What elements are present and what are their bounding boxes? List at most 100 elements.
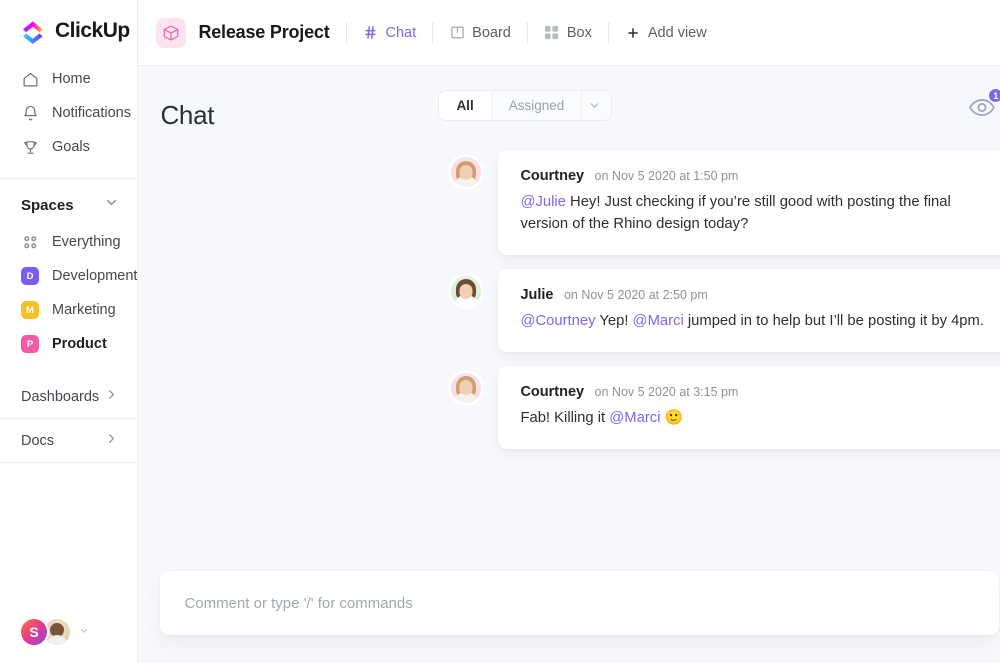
message-author: Courtney	[520, 168, 585, 184]
message-text: Yep!	[595, 312, 633, 329]
sidebar: ClickUp Home Notifications Goals Spaces …	[0, 0, 139, 663]
tab-box[interactable]: Box	[544, 25, 592, 41]
sidebar-item-label-everything: Everything	[52, 234, 121, 250]
avatar-face	[459, 164, 473, 180]
message-header: Julie on Nov 5 2020 at 2:50 pm	[520, 286, 1000, 304]
space-badge-development: D	[21, 267, 39, 285]
content-header: Chat All Assigned 1	[138, 66, 1000, 138]
topbar-divider-4	[607, 21, 609, 44]
mention-marci[interactable]: @Marci	[633, 313, 684, 329]
bell-icon	[21, 104, 39, 122]
brand-name: ClickUp	[55, 19, 130, 42]
message-author: Julie	[520, 286, 554, 303]
comment-input[interactable]: Comment or type '/' for commands	[160, 571, 1000, 635]
spaces-section-header[interactable]: Spaces	[0, 179, 137, 225]
page-title: Chat	[160, 99, 215, 130]
message-bubble: Courtney on Nov 5 2020 at 1:50 pm @Julie…	[498, 150, 1000, 255]
message-body: Fab! Killing it @Marci 🙂	[520, 408, 1000, 430]
message-header: Courtney on Nov 5 2020 at 3:15 pm	[520, 383, 1000, 401]
space-badge-product: P	[21, 335, 39, 353]
sidebar-item-label-notifications: Notifications	[52, 105, 131, 121]
chevron-down-icon[interactable]	[104, 195, 119, 215]
board-icon	[449, 25, 465, 41]
sidebar-item-marketing[interactable]: M Marketing	[0, 293, 137, 327]
topbar: Release Project Chat Board Box Add view	[138, 0, 1000, 66]
message-item: Courtney on Nov 5 2020 at 3:15 pm Fab! K…	[138, 365, 1000, 463]
sidebar-item-product[interactable]: P Product	[0, 327, 137, 361]
primary-nav: Home Notifications Goals	[0, 60, 137, 174]
grid-dots-icon	[21, 233, 39, 251]
topbar-divider-3	[526, 21, 528, 44]
sidebar-footer: S	[0, 601, 137, 663]
message-text: Fab! Killing it	[520, 409, 610, 426]
app-root: ClickUp Home Notifications Goals Spaces …	[0, 0, 1000, 663]
message-emoji: 🙂	[660, 409, 684, 426]
filter-option-assigned[interactable]: Assigned	[490, 91, 582, 120]
message-body: @Courtney Yep! @Marci jumped in to help …	[520, 311, 1000, 333]
sidebar-item-goals[interactable]: Goals	[0, 130, 137, 164]
mention-marci[interactable]: @Marci	[609, 410, 660, 426]
chevron-right-icon-dashboards[interactable]	[104, 387, 119, 406]
watchers-button[interactable]: 1	[967, 88, 1000, 122]
sidebar-item-everything[interactable]: Everything	[0, 225, 137, 259]
mention-julie[interactable]: @Julie	[520, 194, 565, 210]
sidebar-item-development[interactable]: D Development	[0, 259, 137, 293]
message-bubble: Courtney on Nov 5 2020 at 3:15 pm Fab! K…	[498, 365, 1000, 449]
avatar-current-user[interactable]: S	[19, 617, 49, 647]
space-badge-marketing: M	[21, 301, 39, 319]
message-text: jumped in to help but I’ll be posting it…	[683, 312, 984, 329]
message-body: @Julie Hey! Just checking if you’re stil…	[520, 192, 1000, 236]
tab-board[interactable]: Board	[449, 25, 511, 41]
avatar-julie[interactable]	[451, 275, 482, 306]
eye-icon	[967, 99, 997, 122]
chevron-right-icon-docs[interactable]	[104, 431, 119, 450]
sidebar-item-docs[interactable]: Docs	[0, 419, 138, 463]
home-icon	[21, 70, 39, 88]
sidebar-item-label-dashboards: Dashboards	[21, 388, 100, 405]
sidebar-item-label-product: Product	[52, 336, 107, 352]
sidebar-item-label-goals: Goals	[52, 139, 90, 155]
clickup-logo-icon	[20, 18, 46, 44]
sidebar-item-label-development: Development	[52, 268, 138, 284]
comment-input-placeholder: Comment or type '/' for commands	[184, 594, 413, 612]
message-header: Courtney on Nov 5 2020 at 1:50 pm	[520, 167, 1000, 185]
spaces-list: Everything D Development M Marketing P P…	[0, 225, 137, 361]
brand-logo[interactable]: ClickUp	[0, 0, 137, 60]
message-timestamp: on Nov 5 2020 at 2:50 pm	[563, 287, 708, 302]
sidebar-item-label-home: Home	[52, 71, 91, 87]
topbar-divider-1	[345, 21, 347, 44]
message-list: Courtney on Nov 5 2020 at 1:50 pm @Julie…	[138, 138, 1000, 463]
message-timestamp: on Nov 5 2020 at 3:15 pm	[594, 384, 739, 399]
sidebar-item-home[interactable]: Home	[0, 62, 137, 96]
avatar-face	[459, 380, 473, 396]
sidebar-item-label-docs: Docs	[21, 432, 55, 449]
filter-segmented-control: All Assigned	[438, 90, 613, 121]
tab-label-board: Board	[472, 24, 511, 41]
tab-label-box: Box	[566, 24, 592, 41]
message-author: Courtney	[520, 383, 585, 400]
tab-chat[interactable]: Chat	[363, 24, 417, 41]
tab-label-chat: Chat	[385, 24, 417, 41]
chevron-down-icon-filter[interactable]	[581, 91, 612, 120]
sidebar-item-dashboards[interactable]: Dashboards	[0, 375, 138, 419]
message-text: Hey! Just checking if you’re still good …	[520, 194, 951, 232]
message-item: Julie on Nov 5 2020 at 2:50 pm @Courtney…	[138, 268, 1000, 366]
avatar-courtney[interactable]	[451, 157, 482, 187]
sidebar-item-notifications[interactable]: Notifications	[0, 96, 137, 130]
main-area: Release Project Chat Board Box Add view …	[138, 0, 1000, 663]
add-view-label: Add view	[647, 24, 707, 41]
message-bubble: Julie on Nov 5 2020 at 2:50 pm @Courtney…	[498, 268, 1000, 352]
mention-courtney[interactable]: @Courtney	[520, 313, 595, 329]
filter-option-all[interactable]: All	[439, 91, 491, 120]
trophy-icon	[21, 138, 39, 156]
avatar-courtney[interactable]	[451, 372, 482, 403]
message-item: Courtney on Nov 5 2020 at 1:50 pm @Julie…	[138, 150, 1000, 269]
chevron-down-icon-footer[interactable]	[79, 626, 89, 638]
sidebar-item-label-marketing: Marketing	[52, 302, 116, 318]
add-view-button[interactable]: Add view	[625, 25, 707, 41]
message-timestamp: on Nov 5 2020 at 1:50 pm	[594, 169, 739, 183]
hash-icon	[363, 25, 379, 41]
spaces-title: Spaces	[21, 196, 74, 214]
watchers-count-badge: 1	[988, 88, 1000, 103]
